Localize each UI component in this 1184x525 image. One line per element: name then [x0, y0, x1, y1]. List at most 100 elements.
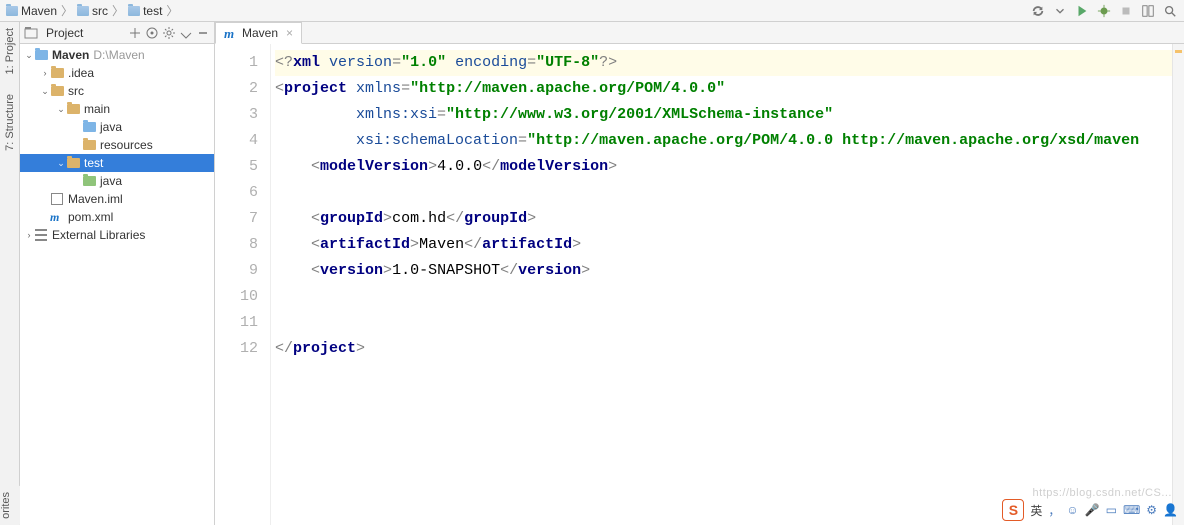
- breadcrumb-label: Maven: [21, 4, 57, 18]
- tree-node-external-libraries[interactable]: ›External Libraries: [20, 226, 214, 244]
- line-number: 5: [215, 154, 258, 180]
- tree-node-test[interactable]: ⌄test: [20, 154, 214, 172]
- folder-icon: [66, 156, 80, 170]
- folder-blue-icon: [82, 120, 96, 134]
- ime-mic-icon[interactable]: 🎤: [1085, 503, 1100, 517]
- tree-node--idea[interactable]: ›.idea: [20, 64, 214, 82]
- lib-icon: [34, 228, 48, 242]
- favorites-tool-window-tab[interactable]: orites: [0, 486, 20, 525]
- line-number: 11: [215, 310, 258, 336]
- code-line[interactable]: <version>1.0-SNAPSHOT</version>: [275, 258, 1184, 284]
- code-line[interactable]: [275, 180, 1184, 206]
- watermark-text: https://blog.csdn.net/CS...: [1033, 487, 1172, 499]
- folder-icon: [50, 66, 64, 80]
- ime-keyboard-icon[interactable]: ⌨: [1123, 503, 1140, 517]
- project-panel-title[interactable]: Project: [24, 26, 124, 40]
- sogou-ime-icon[interactable]: S: [1002, 499, 1024, 521]
- code-editor[interactable]: 123456789101112 <?xml version="1.0" enco…: [215, 44, 1184, 525]
- tree-node-src[interactable]: ⌄src: [20, 82, 214, 100]
- warning-stripe-marker[interactable]: [1175, 50, 1182, 53]
- code-line[interactable]: <project xmlns="http://maven.apache.org/…: [275, 76, 1184, 102]
- code-line[interactable]: <artifactId>Maven</artifactId>: [275, 232, 1184, 258]
- code-line[interactable]: <?xml version="1.0" encoding="UTF-8"?>: [275, 50, 1184, 76]
- target-icon[interactable]: [145, 26, 159, 40]
- code-line[interactable]: <groupId>com.hd</groupId>: [275, 206, 1184, 232]
- tree-node-label: java: [100, 120, 122, 134]
- breadcrumb-item[interactable]: Maven: [6, 4, 57, 18]
- code-line[interactable]: xmlns:xsi="http://www.w3.org/2001/XMLSch…: [275, 102, 1184, 128]
- ime-settings-icon[interactable]: ⚙: [1146, 503, 1157, 517]
- tree-toggle-icon[interactable]: ⌄: [24, 50, 34, 61]
- editor-tab[interactable]: mMaven×: [215, 22, 302, 44]
- tree-node-main[interactable]: ⌄ main: [20, 100, 214, 118]
- breadcrumb: Maven〉src〉test〉: [6, 2, 1030, 19]
- tree-toggle-icon[interactable]: ›: [40, 68, 50, 78]
- ime-toolbar: S英 ， ☺ 🎤 ▭ ⌨ ⚙ 👤: [1002, 499, 1178, 521]
- navigation-bar: Maven〉src〉test〉: [0, 0, 1184, 22]
- tree-toggle-icon[interactable]: ⌄: [40, 86, 50, 97]
- stop-icon[interactable]: [1118, 3, 1134, 19]
- ime-clipboard-icon[interactable]: ▭: [1106, 503, 1117, 517]
- code-line[interactable]: [275, 284, 1184, 310]
- folder-icon: [82, 138, 96, 152]
- code-line[interactable]: [275, 310, 1184, 336]
- project-panel-actions: [128, 26, 210, 40]
- tree-node-label: Maven: [52, 48, 89, 62]
- tree-node-label: main: [84, 102, 110, 116]
- tree-node-pom-xml[interactable]: mpom.xml: [20, 208, 214, 226]
- project-tree[interactable]: ⌄MavenD:\Maven›.idea⌄src⌄mainjavaresourc…: [20, 44, 214, 244]
- collapse-icon[interactable]: [128, 26, 142, 40]
- breadcrumb-label: src: [92, 4, 108, 18]
- line-number: 12: [215, 336, 258, 362]
- gear-icon[interactable]: [162, 26, 176, 40]
- ime-lang-label[interactable]: 英: [1030, 502, 1042, 519]
- debug-icon[interactable]: [1096, 3, 1112, 19]
- code-line[interactable]: </project>: [275, 336, 1184, 362]
- code-line[interactable]: xsi:schemaLocation="http://maven.apache.…: [275, 128, 1184, 154]
- ime-person-icon[interactable]: 👤: [1163, 503, 1178, 517]
- dropdown-icon[interactable]: [1052, 3, 1068, 19]
- tree-node-java[interactable]: java: [20, 172, 214, 190]
- layout-icon[interactable]: [1140, 3, 1156, 19]
- editor-content[interactable]: <?xml version="1.0" encoding="UTF-8"?><p…: [271, 44, 1184, 525]
- editor-vertical-scrollbar[interactable]: [1172, 44, 1184, 525]
- breadcrumb-item[interactable]: test: [128, 4, 162, 18]
- tree-toggle-icon[interactable]: ⌄: [56, 104, 66, 115]
- tool-window-tab-project[interactable]: 1: Project: [4, 28, 16, 74]
- chevron-right-icon: 〉: [166, 2, 178, 19]
- code-line[interactable]: <modelVersion>4.0.0</modelVersion>: [275, 154, 1184, 180]
- run-icon[interactable]: [1074, 3, 1090, 19]
- tool-window-tab-structure[interactable]: 7: Structure: [4, 94, 16, 151]
- ime-punct-icon[interactable]: ，: [1048, 502, 1060, 519]
- tree-node-path: D:\Maven: [93, 48, 144, 62]
- tree-node-label: pom.xml: [68, 210, 113, 224]
- tree-node-maven[interactable]: ⌄ Maven D:\Maven: [20, 46, 214, 64]
- hide-icon[interactable]: [179, 26, 193, 40]
- minimize-icon[interactable]: [196, 26, 210, 40]
- line-number: 9: [215, 258, 258, 284]
- project-panel-header: Project: [20, 22, 214, 44]
- breadcrumb-label: test: [143, 4, 162, 18]
- editor-gutter: 123456789101112: [215, 44, 271, 525]
- tree-toggle-icon[interactable]: ›: [24, 230, 34, 240]
- tree-node-label: resources: [100, 138, 153, 152]
- tree-node-resources[interactable]: resources: [20, 136, 214, 154]
- sync-icon[interactable]: [1030, 3, 1046, 19]
- project-panel-title-label: Project: [46, 26, 83, 40]
- folder-icon: [77, 6, 89, 16]
- iml-icon: [50, 192, 64, 206]
- main-area: Project ⌄MavenD:\Maven›.idea⌄src⌄mainjav…: [20, 22, 1184, 525]
- search-everywhere-icon[interactable]: [1162, 3, 1178, 19]
- ime-emoji-icon[interactable]: ☺: [1066, 503, 1078, 517]
- tree-node-java[interactable]: java: [20, 118, 214, 136]
- project-view-icon: [24, 26, 38, 40]
- breadcrumb-item[interactable]: src: [77, 4, 108, 18]
- folder-icon: [50, 84, 64, 98]
- tree-toggle-icon[interactable]: ⌄: [56, 158, 66, 169]
- close-icon[interactable]: ×: [286, 26, 293, 40]
- line-number: 4: [215, 128, 258, 154]
- line-number: 8: [215, 232, 258, 258]
- line-number: 6: [215, 180, 258, 206]
- folder-icon: [66, 102, 80, 116]
- tree-node-maven-iml[interactable]: Maven.iml: [20, 190, 214, 208]
